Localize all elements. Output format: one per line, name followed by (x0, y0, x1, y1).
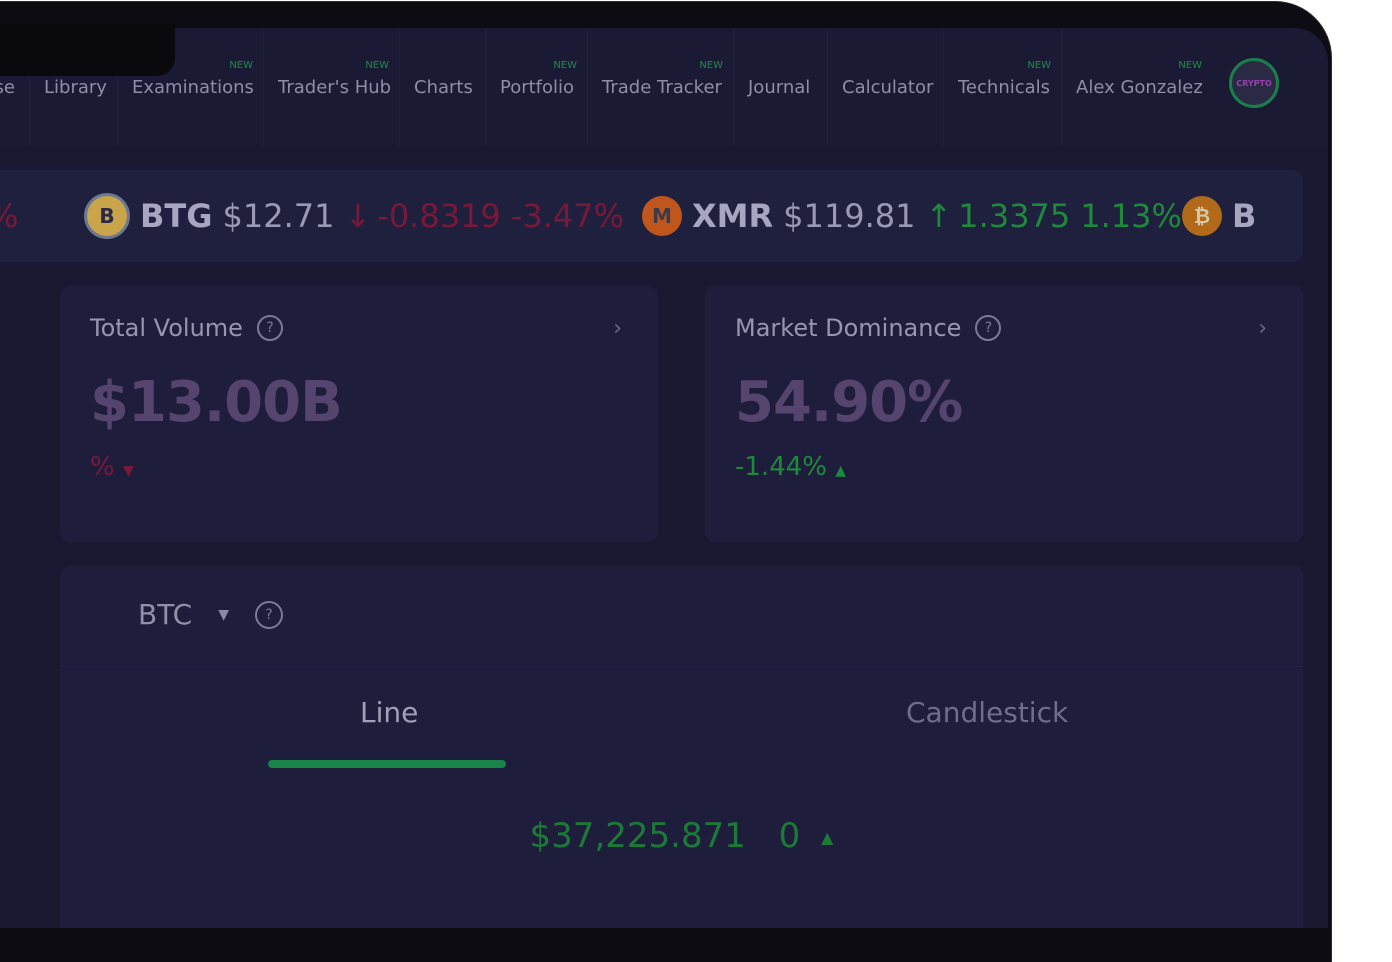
ticker-percent: 1.13% (1080, 197, 1182, 235)
market-dominance-card[interactable]: Market Dominance ? › 54.90% -1.44% ▲ (705, 286, 1303, 542)
ticker-symbol: BTG (140, 197, 213, 235)
nav-item-journal[interactable]: Journal (734, 28, 828, 146)
ticker-price: $119.81 (783, 197, 916, 235)
nav-item-technicals[interactable]: NEW Technicals (944, 28, 1062, 146)
camera-notch (0, 24, 175, 76)
nav-item-trade-tracker[interactable]: NEW Trade Tracker (588, 28, 734, 146)
new-badge: NEW (365, 60, 389, 71)
total-volume-card[interactable]: Total Volume ? › $13.00B % ▼ (60, 286, 658, 542)
nav-item-label: Portfolio (500, 76, 575, 98)
nav-item-label: Trader's Hub (278, 76, 392, 98)
nav-item-label: Examinations (132, 76, 254, 98)
caret-down-icon: ▼ (218, 606, 230, 623)
nav-item-label: Journal (748, 76, 811, 98)
arrow-up-icon: ↑ (925, 197, 953, 235)
ticker-item: M XMR $119.81 ↑ 1.3375 1.13% (642, 170, 1182, 262)
ticker-item: B BTG $12.71 ↓ -0.8319 -3.47% (84, 170, 624, 262)
caret-up-icon: ▲ (835, 463, 847, 479)
help-icon[interactable]: ? (255, 600, 284, 629)
price-chart-panel: BTC ▼ ? Line Candlestick $37,225.871 0 ▲ (60, 566, 1303, 928)
nav-item-label: Trade Tracker (602, 76, 722, 98)
total-volume-change: % ▼ (90, 452, 134, 482)
caret-down-icon: ▼ (122, 463, 134, 479)
btg-coin-icon: B (84, 193, 130, 239)
new-badge: NEW (553, 60, 577, 71)
card-title: Market Dominance ? (735, 314, 1002, 342)
nav-item-label: Library (44, 76, 107, 98)
ticker-symbol: XMR (692, 197, 774, 235)
nav-item-label: Technicals (958, 76, 1051, 98)
help-icon[interactable]: ? (256, 315, 283, 341)
new-badge: NEW (1178, 60, 1202, 71)
avatar-logo-text: CRYPTO (1236, 78, 1272, 88)
nav-item-label: se (0, 76, 15, 98)
card-title: Total Volume ? (90, 314, 283, 342)
nav-item-label: Alex Gonzalez (1076, 76, 1203, 98)
tab-candlestick[interactable]: Candlestick (906, 696, 1068, 729)
market-dominance-change: -1.44% ▲ (735, 452, 846, 482)
ticker-percent: % (0, 197, 18, 235)
ticker-percent: -3.47% (510, 197, 624, 235)
chevron-right-icon[interactable]: › (1258, 316, 1267, 341)
ticker-change: -0.8319 (377, 197, 501, 235)
active-tab-indicator (268, 760, 506, 768)
change-value: % (90, 452, 115, 482)
help-icon[interactable]: ? (975, 315, 1002, 341)
nav-item-traders-hub[interactable]: NEW Trader's Hub (264, 28, 400, 146)
tab-line[interactable]: Line (360, 696, 418, 729)
caret-up-icon: ▲ (821, 828, 834, 847)
total-volume-value: $13.00B (90, 370, 343, 435)
xmr-coin-icon: M (642, 196, 682, 236)
coin-select[interactable]: BTC ▼ ? (138, 598, 284, 631)
nav-item-portfolio[interactable]: NEW Portfolio (486, 28, 588, 146)
btc-coin-icon: ₿ (1182, 196, 1222, 236)
app-screen: se Library NEW Examinations NEW Trader's… (0, 28, 1328, 928)
new-badge: NEW (229, 60, 253, 71)
top-nav: se Library NEW Examinations NEW Trader's… (0, 28, 1328, 146)
ticker-symbol: B (1232, 197, 1257, 235)
chevron-right-icon[interactable]: › (613, 316, 622, 341)
nav-item-calculator[interactable]: Calculator (828, 28, 944, 146)
ticker-item: ₿ B (1182, 170, 1266, 262)
nav-item-charts[interactable]: Charts (400, 28, 486, 146)
ticker-change: 1.3375 (958, 197, 1071, 235)
change-value: -1.44% (735, 452, 827, 482)
new-badge: NEW (1027, 60, 1051, 71)
new-badge: NEW (699, 60, 723, 71)
nav-item-profile[interactable]: NEW Alex Gonzalez (1062, 28, 1212, 146)
chart-price-readout: $37,225.871 0 ▲ (60, 816, 1303, 856)
chart-price: $37,225.871 (529, 816, 746, 856)
market-dominance-value: 54.90% (735, 370, 963, 435)
chart-panel-header: BTC ▼ ? (60, 566, 1303, 667)
coin-select-value: BTC (138, 598, 193, 631)
avatar[interactable]: CRYPTO (1229, 58, 1279, 108)
price-ticker: % B BTG $12.71 ↓ -0.8319 -3.47% M XMR $1… (0, 170, 1303, 262)
nav-item-label: Charts (414, 76, 473, 98)
ticker-item: % (0, 170, 18, 262)
ticker-price: $12.71 (222, 197, 335, 235)
card-title-label: Market Dominance (735, 314, 962, 342)
arrow-down-icon: ↓ (344, 197, 372, 235)
card-title-label: Total Volume (90, 314, 243, 342)
chart-change: 0 (778, 816, 801, 856)
nav-item-label: Calculator (842, 76, 934, 98)
